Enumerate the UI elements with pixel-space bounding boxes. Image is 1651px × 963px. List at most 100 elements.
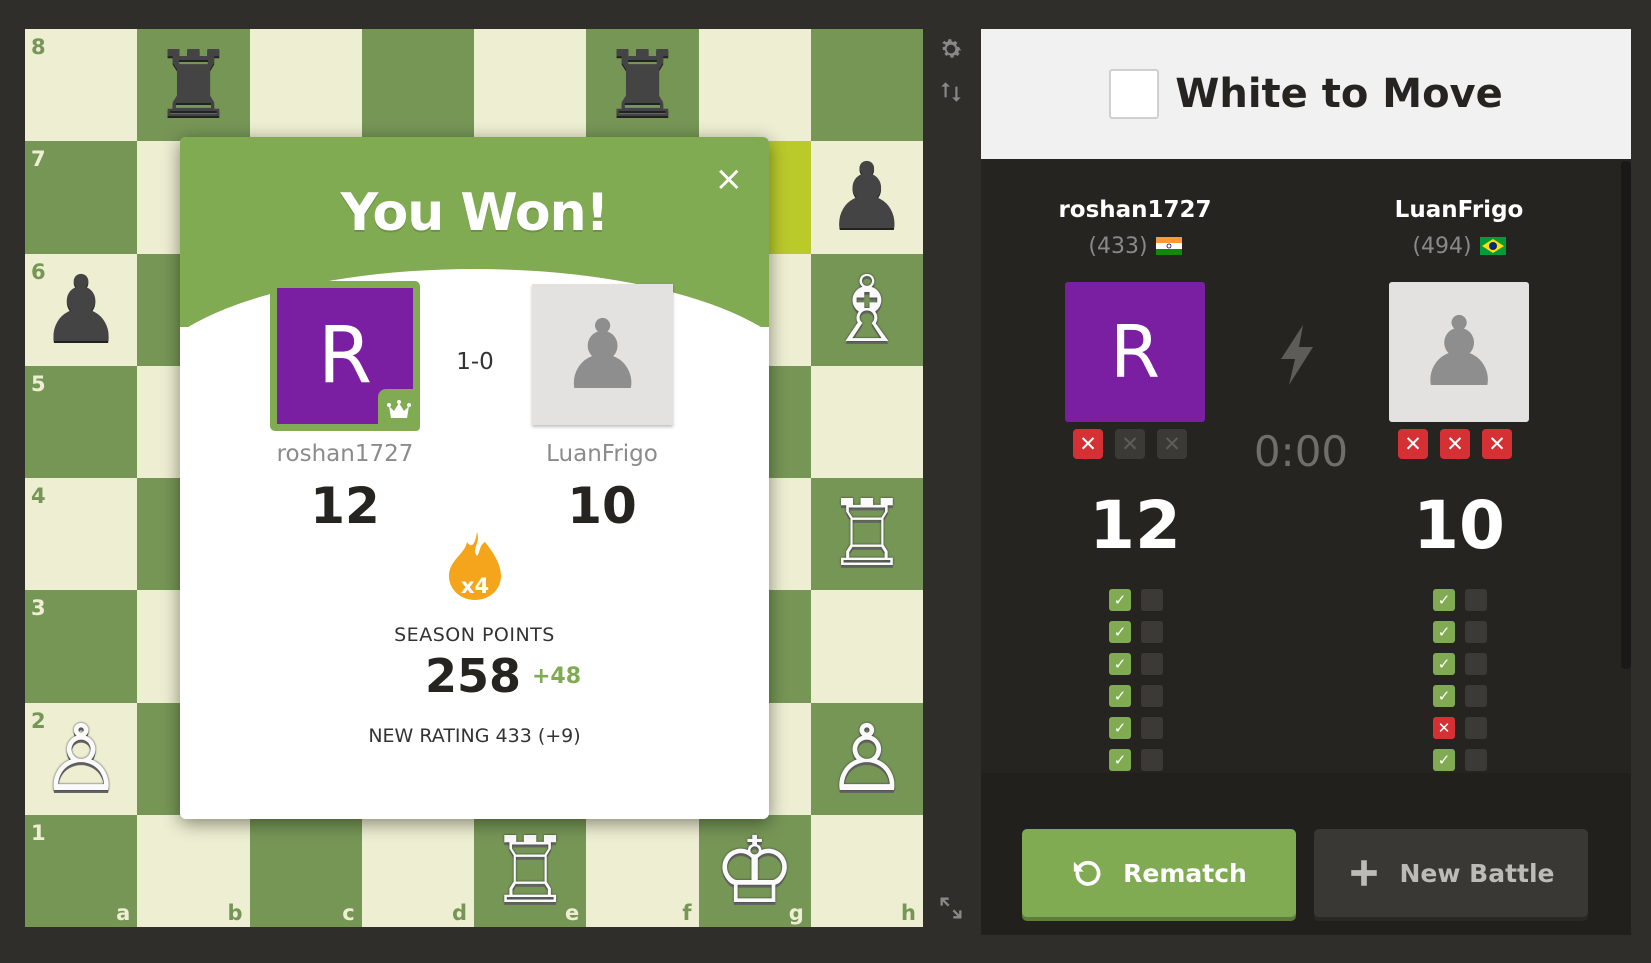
square-h2[interactable]: ♙ (810, 702, 923, 815)
empty-result-slot (1465, 717, 1487, 739)
empty-result-slot (1465, 749, 1487, 771)
square-c8[interactable] (249, 29, 362, 142)
opponent-points: 10 (1413, 487, 1505, 564)
white-bishop-piece[interactable]: ♗ (811, 254, 923, 366)
player-strike-1-icon: ✕ (1073, 429, 1103, 459)
square-h5[interactable] (810, 365, 923, 478)
player-result-1-icon: ✓ (1109, 589, 1131, 611)
opponent-strike-2-icon: ✕ (1440, 429, 1470, 459)
square-h6[interactable]: ♗ (810, 253, 923, 366)
opponent-rating-row: (494) (1349, 234, 1569, 259)
streak-multiplier: x4 (460, 574, 490, 598)
player-result-6-icon: ✓ (1109, 749, 1131, 771)
black-rook-piece[interactable]: ♜ (586, 29, 698, 141)
empty-result-slot (1141, 717, 1163, 739)
settings-gear-icon[interactable] (936, 34, 966, 64)
opponent-result-4-icon: ✓ (1433, 685, 1455, 707)
rank-label: 8 (31, 35, 46, 59)
rank-label: 1 (31, 820, 46, 845)
file-label: h (901, 901, 916, 925)
rematch-button[interactable]: Rematch (1022, 829, 1296, 917)
opponent-pawn-avatar: ♟ (532, 284, 673, 425)
square-a2[interactable]: 2 ♙ (25, 702, 138, 815)
file-label: f (682, 901, 692, 925)
square-a7[interactable]: 7 (25, 141, 138, 254)
winner-name: roshan1727 (276, 441, 414, 467)
white-pawn-piece[interactable]: ♙ (811, 703, 923, 815)
battle-panel: White to Move roshan1727 (433) R ✕ ✕ ✕ 12 … (981, 29, 1631, 935)
opponent-result-5-icon: ✕ (1433, 717, 1455, 739)
rank-label: 5 (31, 371, 46, 396)
opponent-result-1-icon: ✓ (1433, 589, 1455, 611)
new-battle-label: New Battle (1399, 858, 1555, 888)
season-points-delta: +48 (532, 664, 582, 689)
black-rook-piece[interactable]: ♜ (137, 29, 249, 141)
square-g8[interactable] (698, 29, 811, 142)
player-strike-2-icon: ✕ (1115, 429, 1145, 459)
square-c1[interactable]: c (249, 814, 362, 927)
flip-board-icon[interactable] (936, 77, 966, 107)
square-h8[interactable] (810, 29, 923, 142)
opponent-rating: (494) (1412, 234, 1472, 259)
crown-icon (378, 389, 420, 431)
black-pawn-piece[interactable]: ♟ (25, 254, 137, 366)
lightning-icon (1281, 325, 1313, 385)
square-h7[interactable]: ♟ (810, 141, 923, 254)
new-battle-button[interactable]: New Battle (1314, 829, 1588, 917)
square-b1[interactable]: b (137, 814, 250, 927)
player-results: ✓ ✓ ✓ ✓ ✓ ✓ (1109, 589, 1163, 771)
empty-result-slot (1141, 653, 1163, 675)
india-flag-icon (1155, 237, 1182, 255)
square-a6[interactable]: 6 ♟ (25, 253, 138, 366)
player-avatar: R (1065, 282, 1205, 422)
opponent-strike-3-icon: ✕ (1482, 429, 1512, 459)
expand-icon[interactable] (936, 893, 966, 923)
new-rating: NEW RATING 433 (+9) (368, 725, 581, 747)
season-points-label: SEASON POINTS (394, 624, 555, 646)
turn-color-swatch (1109, 69, 1160, 119)
player-result-4-icon: ✓ (1109, 685, 1131, 707)
square-f1[interactable]: f (586, 814, 699, 927)
square-f8[interactable]: ♜ (586, 29, 699, 142)
square-e1[interactable]: e ♖ (474, 814, 587, 927)
winner-points: 12 (310, 477, 380, 535)
winner-avatar: R (270, 281, 420, 431)
player-result-3-icon: ✓ (1109, 653, 1131, 675)
square-h3[interactable] (810, 590, 923, 703)
turn-status-text: White to Move (1175, 71, 1503, 117)
white-rook-piece[interactable]: ♖ (474, 815, 586, 927)
white-rook-piece[interactable]: ♖ (811, 478, 923, 590)
white-pawn-piece[interactable]: ♙ (25, 703, 137, 815)
square-d1[interactable]: d (361, 814, 474, 927)
rematch-label: Rematch (1123, 858, 1247, 888)
square-a1[interactable]: 1a (25, 814, 138, 927)
rank-label: 4 (31, 484, 46, 508)
opponent-results: ✓ ✓ ✓ ✓ ✕ ✓ (1433, 589, 1487, 771)
square-h1[interactable]: h (810, 814, 923, 927)
player-result-5-icon: ✓ (1109, 717, 1131, 739)
scrollbar[interactable] (1621, 161, 1631, 669)
square-a4[interactable]: 4 (25, 478, 138, 591)
white-king-piece[interactable]: ♔ (699, 815, 811, 927)
square-a8[interactable]: 8 (25, 29, 138, 142)
empty-result-slot (1465, 621, 1487, 643)
opponent-strikes: ✕ ✕ ✕ (1398, 429, 1512, 459)
square-g1[interactable]: g ♔ (698, 814, 811, 927)
opponent-strike-1-icon: ✕ (1398, 429, 1428, 459)
opponent-name: LuanFrigo (546, 441, 658, 467)
square-h4[interactable]: ♖ (810, 478, 923, 591)
black-pawn-piece[interactable]: ♟ (811, 141, 923, 253)
square-a3[interactable]: 3 (25, 590, 138, 703)
panel-footer: Rematch New Battle (981, 773, 1631, 935)
close-icon[interactable]: × (715, 159, 744, 199)
player-rating-row: (433) (1025, 234, 1245, 259)
square-e8[interactable] (474, 29, 587, 142)
opponent-points: 10 (567, 477, 637, 535)
opponent-pawn-avatar: ♟ (1389, 282, 1529, 422)
square-b8[interactable]: ♜ (137, 29, 250, 142)
square-d8[interactable] (361, 29, 474, 142)
rank-label: 7 (31, 147, 46, 172)
square-a5[interactable]: 5 (25, 365, 138, 478)
player-name: roshan1727 (1058, 197, 1212, 223)
file-label: b (227, 901, 243, 925)
